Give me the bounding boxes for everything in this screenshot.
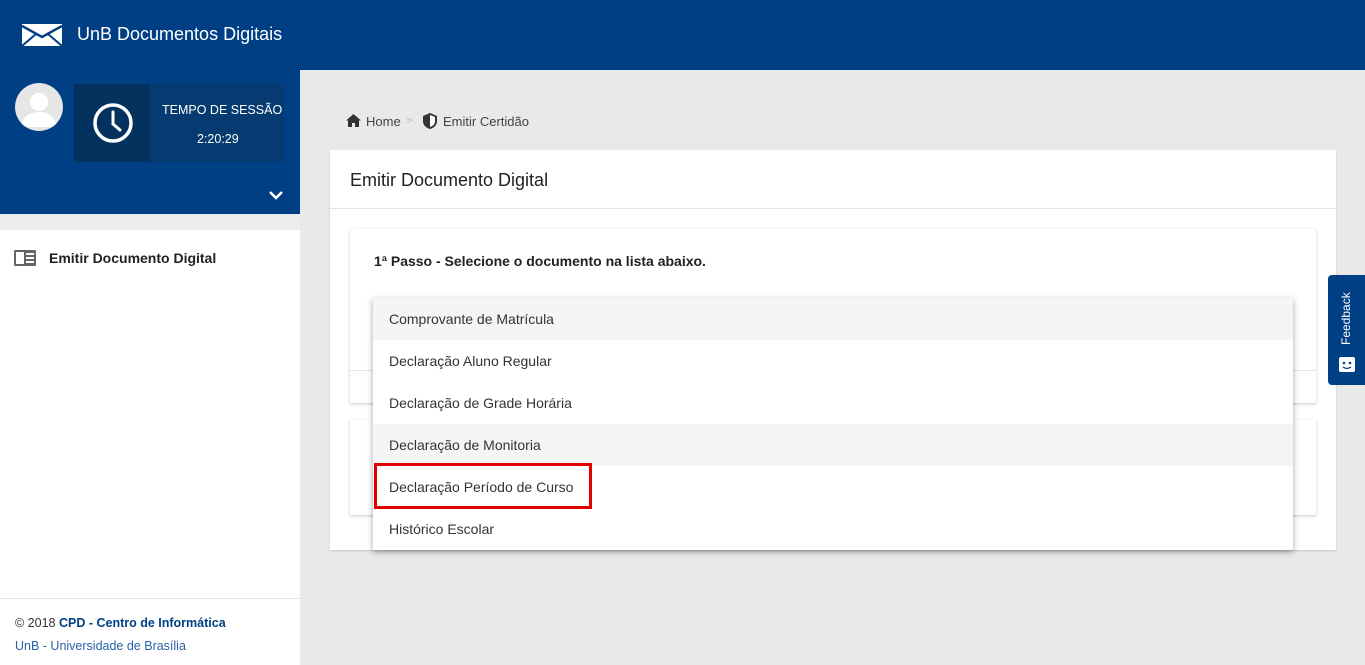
document-list-icon bbox=[14, 250, 36, 266]
sidebar-divider bbox=[0, 214, 300, 230]
copyright-text: © 2018 CPD - Centro de Informática bbox=[15, 616, 226, 630]
sidebar-footer: © 2018 CPD - Centro de Informática UnB -… bbox=[0, 598, 300, 665]
session-time: 2:20:29 bbox=[197, 132, 239, 146]
card-title: Emitir Documento Digital bbox=[350, 170, 549, 190]
chevron-down-icon[interactable] bbox=[268, 190, 284, 200]
card-divider bbox=[330, 208, 1336, 209]
shield-icon bbox=[423, 113, 437, 129]
sidebar-item-label: Emitir Documento Digital bbox=[49, 250, 217, 266]
top-bar: UnB Documentos Digitais bbox=[0, 0, 1365, 70]
dropdown-option[interactable]: Comprovante de Matrícula bbox=[373, 298, 1293, 340]
breadcrumb-separator: > bbox=[406, 115, 413, 127]
sidebar-item-emitir-documento[interactable]: Emitir Documento Digital bbox=[0, 240, 300, 276]
option-label: Declaração de Monitoria bbox=[389, 437, 541, 453]
dropdown-option-highlighted[interactable]: Declaração Período de Curso bbox=[373, 466, 1293, 508]
app-title[interactable]: UnB Documentos Digitais bbox=[77, 24, 282, 45]
user-avatar-icon[interactable] bbox=[15, 83, 63, 131]
chat-face-icon bbox=[1339, 357, 1355, 372]
option-label: Declaração de Grade Horária bbox=[389, 395, 572, 411]
option-label: Declaração Período de Curso bbox=[389, 479, 574, 495]
feedback-label: Feedback bbox=[1339, 292, 1353, 345]
home-icon[interactable] bbox=[346, 114, 361, 127]
dropdown-option[interactable]: Histórico Escolar bbox=[373, 508, 1293, 550]
option-label: Comprovante de Matrícula bbox=[389, 311, 554, 327]
dropdown-option[interactable]: Declaração de Monitoria bbox=[373, 424, 1293, 466]
session-timer: TEMPO DE SESSÃO 2:20:29 bbox=[74, 84, 284, 162]
option-label: Histórico Escolar bbox=[389, 521, 495, 537]
cpd-link[interactable]: CPD - Centro de Informática bbox=[59, 616, 226, 630]
unb-envelope-logo-icon[interactable] bbox=[22, 24, 62, 46]
step-title: 1ª Passo - Selecione o documento na list… bbox=[374, 253, 706, 269]
sidebar-header: TEMPO DE SESSÃO 2:20:29 bbox=[0, 70, 300, 214]
dropdown-option[interactable]: Declaração de Grade Horária bbox=[373, 382, 1293, 424]
breadcrumb-current: Emitir Certidão bbox=[443, 114, 529, 129]
university-link[interactable]: UnB - Universidade de Brasília bbox=[15, 639, 186, 653]
session-label: TEMPO DE SESSÃO bbox=[162, 103, 283, 117]
clock-icon bbox=[74, 84, 150, 162]
breadcrumb-home[interactable]: Home bbox=[366, 114, 401, 129]
option-label: Declaração Aluno Regular bbox=[389, 353, 552, 369]
sidebar: TEMPO DE SESSÃO 2:20:29 Emitir Documento… bbox=[0, 70, 300, 665]
feedback-tab[interactable]: Feedback bbox=[1328, 275, 1365, 385]
dropdown-option[interactable]: Declaração Aluno Regular bbox=[373, 340, 1293, 382]
document-select-dropdown[interactable]: Comprovante de Matrícula Declaração Alun… bbox=[373, 298, 1293, 550]
copyright-year: © 2018 bbox=[15, 616, 59, 630]
